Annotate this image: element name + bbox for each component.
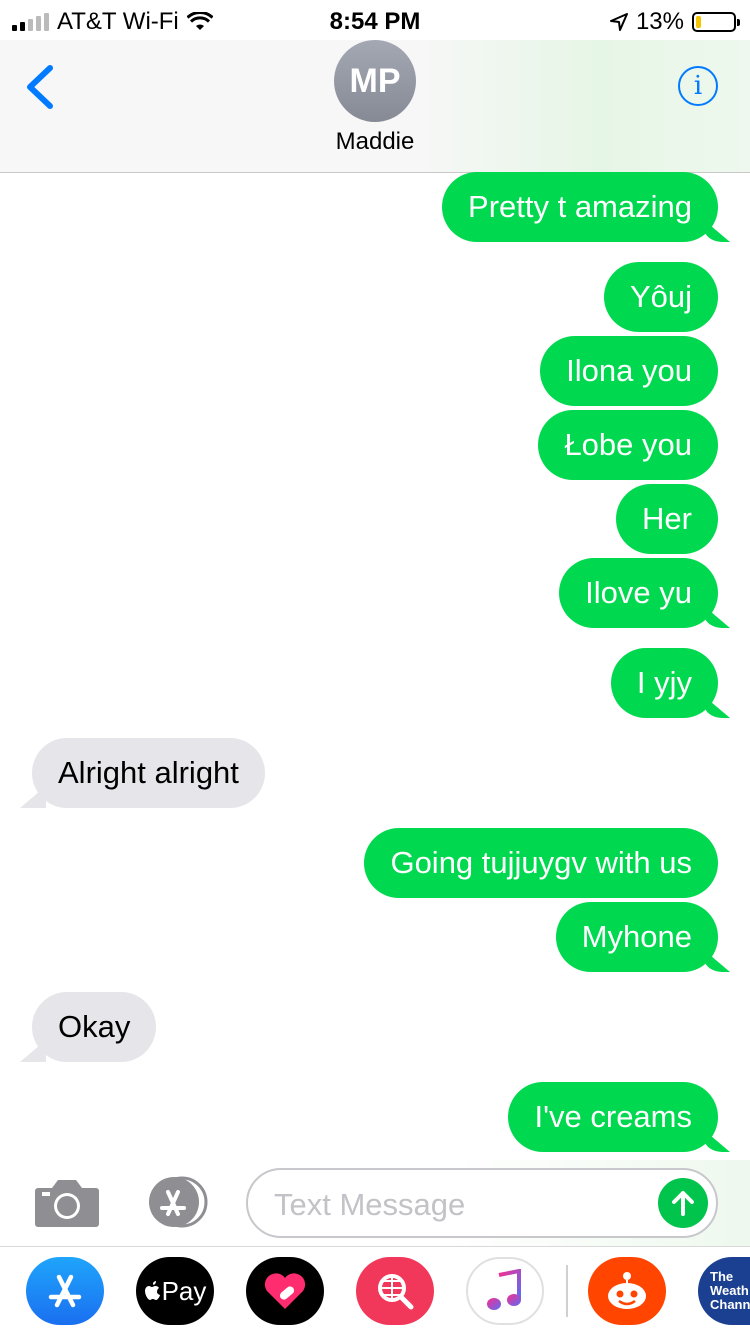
digital-touch-icon[interactable]	[246, 1257, 324, 1325]
send-button[interactable]	[658, 1178, 708, 1228]
app-store-button-icon[interactable]	[140, 1176, 212, 1228]
images-search-icon[interactable]	[356, 1257, 434, 1325]
battery-percent: 13%	[635, 8, 684, 35]
outgoing-message-bubble[interactable]: Myhone	[555, 902, 718, 972]
outgoing-message-bubble[interactable]: Yôuj	[603, 262, 718, 332]
camera-icon[interactable]	[34, 1176, 100, 1228]
location-arrow-icon	[609, 13, 628, 31]
arrow-up-icon	[672, 1191, 694, 1216]
weather-channel-icon[interactable]: The Weath Chann	[698, 1257, 750, 1325]
outgoing-message-bubble[interactable]: Ilona you	[540, 336, 718, 406]
battery-level	[696, 16, 701, 28]
status-right-group: 13%	[609, 8, 740, 36]
music-note-icon	[487, 1269, 521, 1310]
composer-bar	[0, 1160, 750, 1246]
battery-icon	[692, 12, 740, 32]
incoming-message-bubble[interactable]: Alright alright	[32, 738, 265, 808]
contact-avatar[interactable]: MP	[334, 40, 416, 122]
app-drawer-divider	[566, 1265, 568, 1317]
outgoing-message-bubble[interactable]: Pretty t amazing	[442, 172, 718, 242]
reddit-icon[interactable]	[588, 1257, 666, 1325]
apple-pay-icon[interactable]: Pay	[136, 1257, 214, 1325]
weather-channel-label: The Weath Chann	[710, 1269, 750, 1312]
back-chevron-icon[interactable]	[22, 64, 62, 110]
apple-logo-icon	[144, 1281, 160, 1300]
music-icon[interactable]	[466, 1257, 544, 1325]
message-thread[interactable]: Pretty t amazing Yôuj Ilona you Łobe you Her…	[0, 172, 750, 1160]
imessage-app-drawer: Pay The Weath Chann	[0, 1246, 750, 1335]
outgoing-message-bubble[interactable]: Łobe you	[538, 410, 718, 480]
info-icon[interactable]: i	[678, 66, 718, 106]
reddit-alien-icon	[608, 1272, 646, 1309]
conversation-header: MP Maddie i	[0, 40, 750, 173]
contact-name[interactable]: Maddie	[0, 128, 750, 156]
outgoing-message-bubble[interactable]: I've creams	[508, 1082, 718, 1152]
globe-search-icon	[378, 1274, 414, 1310]
apple-pay-label: Pay	[161, 1275, 207, 1306]
incoming-message-bubble[interactable]: Okay	[32, 992, 157, 1062]
outgoing-message-bubble[interactable]: Going tujjuygv with us	[364, 828, 718, 898]
outgoing-message-bubble[interactable]: I yjy	[610, 648, 718, 718]
status-bar: AT&T Wi-Fi 8:54 PM 13%	[0, 0, 750, 40]
heart-icon	[264, 1273, 306, 1309]
outgoing-message-bubble[interactable]: Her	[616, 484, 718, 554]
message-text-field[interactable]	[246, 1168, 718, 1238]
app-store-icon[interactable]	[26, 1257, 104, 1325]
app-store-glyph	[48, 1274, 82, 1308]
outgoing-message-bubble[interactable]: Ilove yu	[559, 558, 718, 628]
message-input[interactable]	[272, 1182, 646, 1228]
